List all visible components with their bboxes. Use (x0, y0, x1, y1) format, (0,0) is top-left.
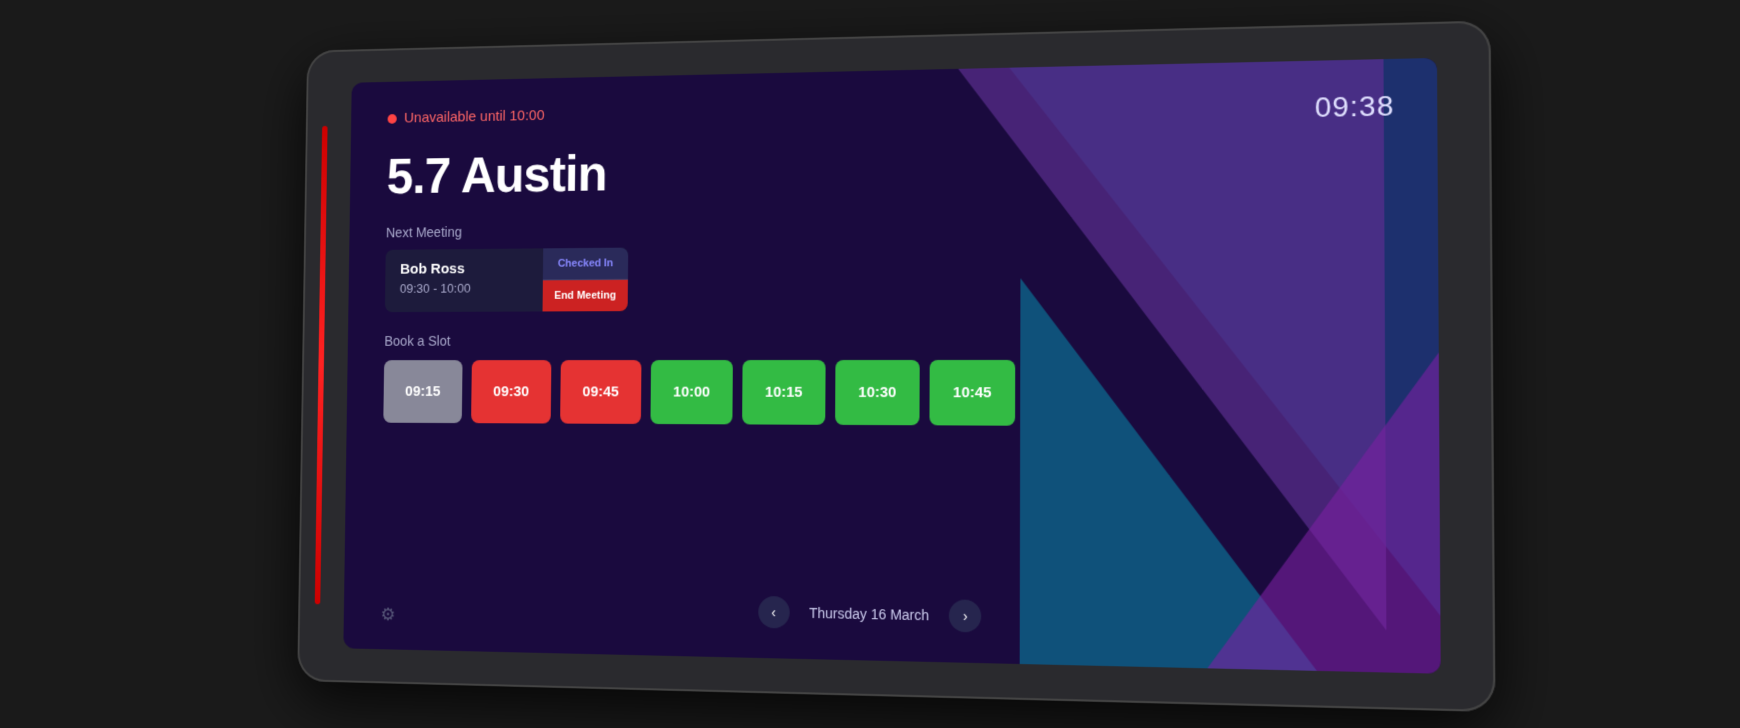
settings-icon[interactable]: ⚙ (380, 605, 395, 626)
slot-1000[interactable]: 10:00 (650, 360, 732, 424)
slot-1045[interactable]: 10:45 (929, 360, 1015, 426)
slot-0930[interactable]: 09:30 (471, 360, 551, 423)
book-slot-label: Book a Slot (384, 331, 1395, 349)
next-meeting-label: Next Meeting (386, 214, 1395, 241)
slot-1030[interactable]: 10:30 (835, 360, 920, 425)
meeting-name: Bob Ross (400, 260, 528, 277)
slot-0915[interactable]: 09:15 (383, 360, 462, 423)
slot-0945[interactable]: 09:45 (560, 360, 641, 424)
room-name: 5.7 Austin (386, 131, 1395, 206)
tablet-device: Unavailable until 10:00 09:38 5.7 Austin… (297, 20, 1495, 712)
meeting-card: Bob Ross 09:30 - 10:00 Checked In End Me… (385, 248, 628, 313)
status-dot (388, 114, 397, 124)
nav-date: Thursday 16 March (809, 605, 929, 623)
screen: Unavailable until 10:00 09:38 5.7 Austin… (343, 58, 1440, 674)
current-time: 09:38 (1315, 90, 1395, 124)
status-text: Unavailable until 10:00 (404, 107, 545, 126)
checked-in-button[interactable]: Checked In (543, 248, 628, 281)
bottom-nav: ‹ Thursday 16 March › (380, 589, 1397, 641)
meeting-time-range: 09:30 - 10:00 (400, 280, 528, 295)
slots-row: 09:15 09:30 09:45 10:00 10:15 10:30 10:4… (383, 360, 1396, 428)
end-meeting-button[interactable]: End Meeting (543, 280, 628, 312)
red-indicator-strip (315, 126, 328, 604)
meeting-actions: Checked In End Meeting (543, 248, 629, 312)
prev-arrow-button[interactable]: ‹ (758, 596, 790, 629)
next-arrow-button[interactable]: › (949, 599, 981, 632)
slot-1015[interactable]: 10:15 (742, 360, 826, 425)
screen-content: Unavailable until 10:00 09:38 5.7 Austin… (343, 58, 1440, 674)
status-row: Unavailable until 10:00 (387, 107, 544, 126)
meeting-info: Bob Ross 09:30 - 10:00 (385, 248, 543, 312)
